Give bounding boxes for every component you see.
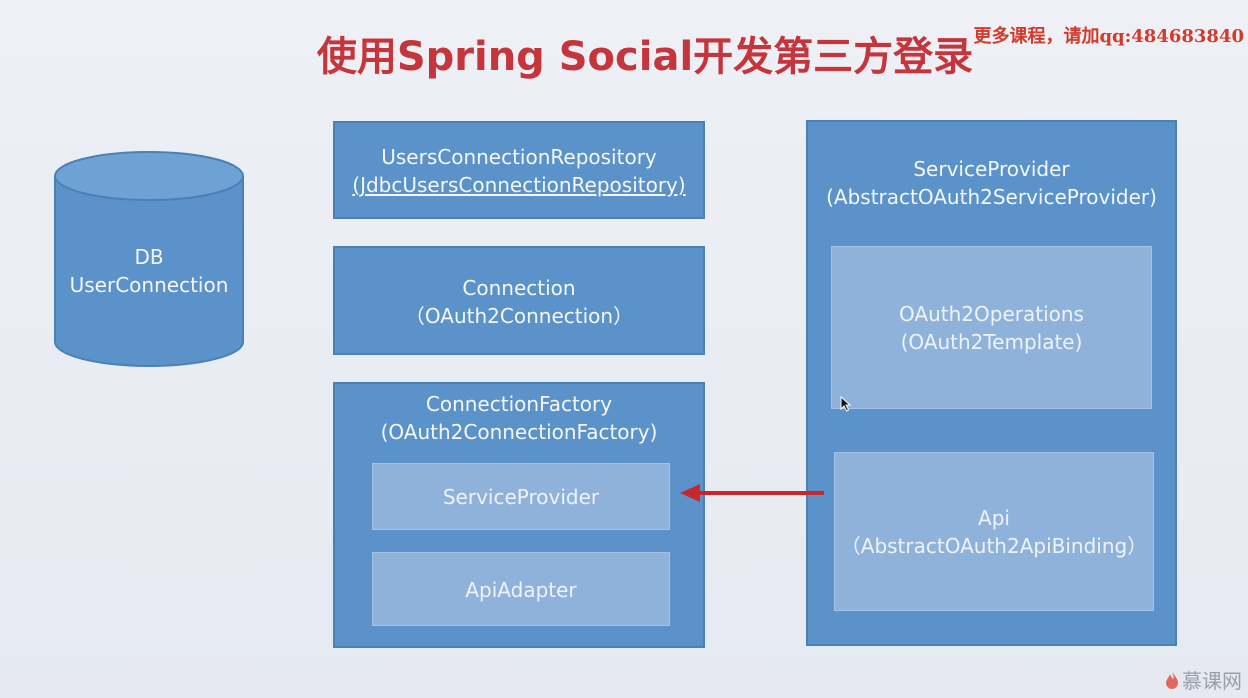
- brand-logo-text: 慕课网: [1182, 669, 1242, 693]
- watermark-text: 更多课程，请加qq:484683840: [973, 26, 1244, 47]
- factory-service-provider-box: ServiceProvider: [372, 463, 670, 530]
- users-connection-repository-box: UsersConnectionRepository (JdbcUsersConn…: [333, 121, 705, 219]
- mouse-cursor-icon: [840, 396, 852, 412]
- oauth2-operations-label: OAuth2Operations: [899, 302, 1084, 326]
- arrow-api-to-service-provider: [680, 484, 824, 502]
- api-impl: （AbstractOAuth2ApiBinding）: [840, 534, 1148, 558]
- api-adapter-box: ApiAdapter: [372, 552, 670, 626]
- database-label-line2: UserConnection: [69, 273, 229, 297]
- oauth2-operations-box: OAuth2Operations (OAuth2Template): [831, 246, 1152, 409]
- connection-label: Connection: [462, 276, 576, 300]
- service-provider-impl: (AbstractOAuth2ServiceProvider): [826, 185, 1157, 209]
- slide-canvas: 使用Spring Social开发第三方登录 更多课程，请加qq:4846838…: [0, 0, 1248, 698]
- users-connection-repository-impl: (JdbcUsersConnectionRepository): [352, 173, 686, 197]
- service-provider-label: ServiceProvider: [913, 157, 1070, 181]
- api-label: Api: [978, 506, 1010, 530]
- factory-service-provider-label: ServiceProvider: [442, 485, 600, 509]
- api-box: Api （AbstractOAuth2ApiBinding）: [834, 452, 1154, 611]
- arrow-head: [680, 484, 700, 502]
- oauth2-operations-impl: (OAuth2Template): [900, 330, 1083, 354]
- brand-logo: 慕课网: [1164, 665, 1242, 694]
- connection-box: Connection （OAuth2Connection）: [333, 246, 705, 355]
- database-label-line1: DB: [134, 245, 164, 269]
- database-label: DB UserConnection: [52, 243, 246, 299]
- api-adapter-label: ApiAdapter: [465, 578, 577, 602]
- users-connection-repository-label: UsersConnectionRepository: [381, 145, 657, 169]
- connection-factory-label: ConnectionFactory: [425, 392, 613, 416]
- flame-icon: [1166, 670, 1178, 689]
- connection-factory-impl: (OAuth2ConnectionFactory): [380, 420, 658, 444]
- connection-impl: （OAuth2Connection）: [404, 304, 634, 328]
